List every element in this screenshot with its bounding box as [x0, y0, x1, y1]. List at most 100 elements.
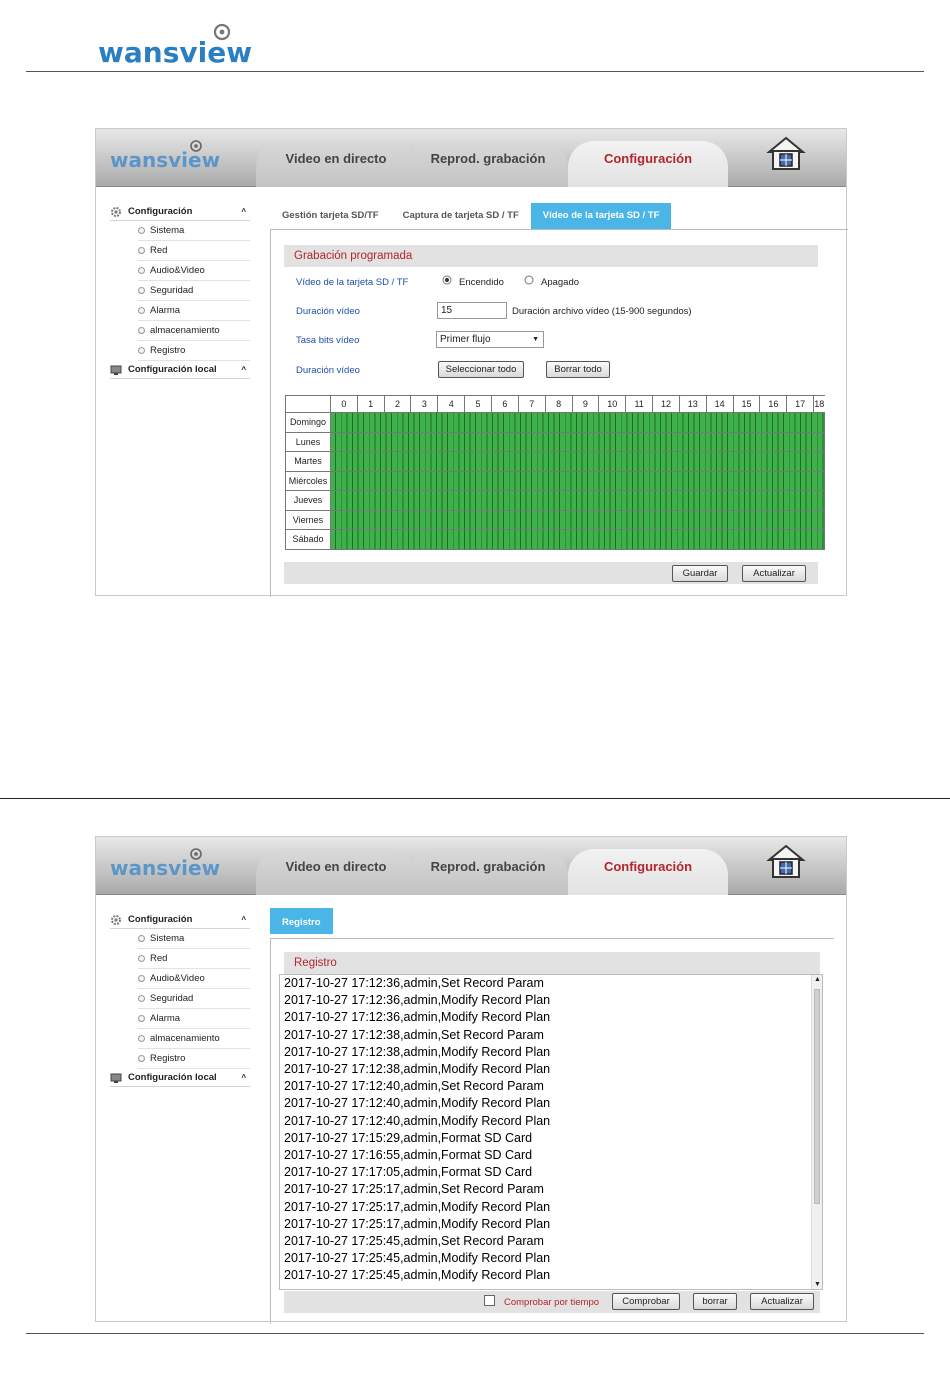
- home-icon[interactable]: [766, 135, 806, 176]
- schedule-cells[interactable]: [329, 509, 826, 530]
- sidebar-local-config-header[interactable]: Configuración local ^: [110, 361, 250, 379]
- scroll-thumb[interactable]: [814, 989, 820, 1204]
- sidebar-item-almacenamiento[interactable]: almacenamiento: [138, 1029, 250, 1049]
- sidebar-item-audio-video[interactable]: Audio&Video: [138, 261, 250, 281]
- check-by-time-label: Comprobar por tiempo: [504, 1297, 600, 1308]
- brand-logo: wansview: [110, 845, 240, 886]
- schedule-cells[interactable]: [329, 529, 826, 550]
- select-all-button[interactable]: Seleccionar todo: [438, 361, 524, 378]
- top-nav: wansview Video en directo Reprod. grabac…: [96, 837, 846, 895]
- sidebar-item-label: almacenamiento: [150, 1032, 220, 1044]
- scroll-down-icon[interactable]: ▼: [814, 1281, 821, 1288]
- sidebar-item-sistema[interactable]: Sistema: [138, 221, 250, 241]
- sidebar: Configuración ^ Sistema Red Audio&Video …: [110, 203, 250, 379]
- tab-live-video[interactable]: Video en directo: [256, 849, 416, 895]
- log-list[interactable]: 2017-10-27 17:12:36,admin,Set Record Par…: [279, 974, 823, 1290]
- refresh-button[interactable]: Actualizar: [742, 565, 806, 582]
- save-button[interactable]: Guardar: [672, 565, 728, 582]
- bullet-icon: [138, 1015, 145, 1022]
- log-entry: 2017-10-27 17:25:45,admin,Modify Record …: [284, 1251, 551, 1266]
- day-label: Lunes: [285, 431, 331, 452]
- sidebar-item-sistema[interactable]: Sistema: [138, 929, 250, 949]
- day-label: Martes: [285, 451, 331, 472]
- refresh-button[interactable]: Actualizar: [750, 1293, 814, 1310]
- log-scrollbar[interactable]: ▲ ▼: [811, 975, 822, 1289]
- bullet-icon: [138, 307, 145, 314]
- bullet-icon: [138, 935, 145, 942]
- sidebar-item-registro[interactable]: Registro: [138, 1049, 250, 1069]
- sidebar-item-red[interactable]: Red: [138, 949, 250, 969]
- sidebar-item-label: Audio&Video: [150, 972, 205, 984]
- tab-registro[interactable]: Registro: [270, 908, 333, 934]
- hour-label: 10: [598, 395, 627, 413]
- radio-on-label: Encendido: [459, 277, 504, 288]
- tab-live-video[interactable]: Video en directo: [256, 141, 416, 187]
- schedule-row[interactable]: Miércoles: [285, 470, 826, 491]
- scroll-up-icon[interactable]: ▲: [814, 976, 821, 983]
- sidebar-item-seguridad[interactable]: Seguridad: [138, 989, 250, 1009]
- schedule-row[interactable]: Viernes: [285, 509, 826, 530]
- sidebar-config-label: Configuración: [128, 206, 193, 217]
- page-logo: wansview: [98, 22, 278, 73]
- schedule-row[interactable]: Martes: [285, 451, 826, 472]
- checkbox-icon: [484, 1295, 495, 1306]
- sidebar-item-audio-video[interactable]: Audio&Video: [138, 969, 250, 989]
- radio-on[interactable]: [442, 275, 452, 288]
- schedule-row[interactable]: Lunes: [285, 431, 826, 452]
- sidebar-item-registro[interactable]: Registro: [138, 341, 250, 361]
- schedule-row[interactable]: Jueves: [285, 490, 826, 511]
- screenshot-registro: wansview Video en directo Reprod. grabac…: [95, 836, 847, 1324]
- tab-playback[interactable]: Reprod. grabación: [408, 141, 568, 187]
- gear-icon: [111, 914, 121, 925]
- action-bar: [284, 562, 818, 584]
- schedule-cells[interactable]: [329, 470, 826, 491]
- sidebar-item-seguridad[interactable]: Seguridad: [138, 281, 250, 301]
- radio-selected-icon: [442, 275, 452, 285]
- brand-logo: wansview: [110, 137, 240, 178]
- tab-configuration[interactable]: Configuración: [568, 849, 728, 895]
- tab-sd-capture[interactable]: Captura de tarjeta SD / TF: [391, 203, 531, 229]
- tab-configuration[interactable]: Configuración: [568, 141, 728, 187]
- tab-playback[interactable]: Reprod. grabación: [408, 849, 568, 895]
- hour-label: 17: [786, 395, 815, 413]
- sidebar-item-red[interactable]: Red: [138, 241, 250, 261]
- hour-label: 14: [705, 395, 734, 413]
- sidebar-config-header[interactable]: Configuración ^: [110, 203, 250, 221]
- schedule-cells[interactable]: [329, 490, 826, 511]
- computer-icon: [110, 1073, 122, 1083]
- schedule-cells[interactable]: [329, 451, 826, 472]
- log-entry: 2017-10-27 17:16:55,admin,Format SD Card: [284, 1148, 533, 1163]
- sidebar-item-almacenamiento[interactable]: almacenamiento: [138, 321, 250, 341]
- day-label: Miércoles: [285, 470, 331, 491]
- log-entry: 2017-10-27 17:12:38,admin,Set Record Par…: [284, 1027, 544, 1042]
- sidebar-item-label: Red: [150, 244, 168, 256]
- panel-border: [270, 938, 271, 1324]
- svg-text:wansview: wansview: [110, 148, 220, 172]
- duration-input[interactable]: 15: [437, 302, 507, 319]
- tab-sd-video[interactable]: Vídeo de la tarjeta SD / TF: [530, 203, 672, 229]
- sidebar-item-alarma[interactable]: Alarma: [138, 301, 250, 321]
- radio-off[interactable]: [524, 275, 534, 288]
- check-button[interactable]: Comprobar: [612, 1293, 680, 1310]
- sub-tabs: Gestión tarjeta SD/TF Captura de tarjeta…: [270, 203, 672, 229]
- sidebar-item-label: almacenamiento: [150, 324, 220, 336]
- sidebar-local-config-header[interactable]: Configuración local ^: [110, 1069, 250, 1087]
- log-entry: 2017-10-27 17:25:17,admin,Modify Record …: [284, 1216, 551, 1231]
- check-by-time-checkbox[interactable]: [484, 1295, 495, 1309]
- tab-sd-management[interactable]: Gestión tarjeta SD/TF: [270, 203, 391, 229]
- schedule-row[interactable]: Sábado: [285, 529, 826, 550]
- sidebar-config-header[interactable]: Configuración ^: [110, 911, 250, 929]
- bullet-icon: [138, 327, 145, 334]
- bitrate-select[interactable]: Primer flujo ▼: [436, 331, 544, 348]
- bitrate-label: Tasa bits vídeo: [296, 335, 360, 346]
- duration-label: Duración vídeo: [296, 306, 360, 317]
- day-label: Domingo: [285, 412, 331, 433]
- schedule-cells[interactable]: [329, 412, 826, 433]
- delete-button[interactable]: borrar: [693, 1293, 737, 1310]
- clear-all-button[interactable]: Borrar todo: [546, 361, 610, 378]
- schedule-cells[interactable]: [329, 431, 826, 452]
- schedule-grid[interactable]: 0 1 2 3 4 5 6 7 8 9 10 11 12 13 14 15 16…: [285, 395, 826, 550]
- home-icon[interactable]: [766, 843, 806, 884]
- sidebar-item-alarma[interactable]: Alarma: [138, 1009, 250, 1029]
- schedule-row[interactable]: Domingo: [285, 412, 826, 433]
